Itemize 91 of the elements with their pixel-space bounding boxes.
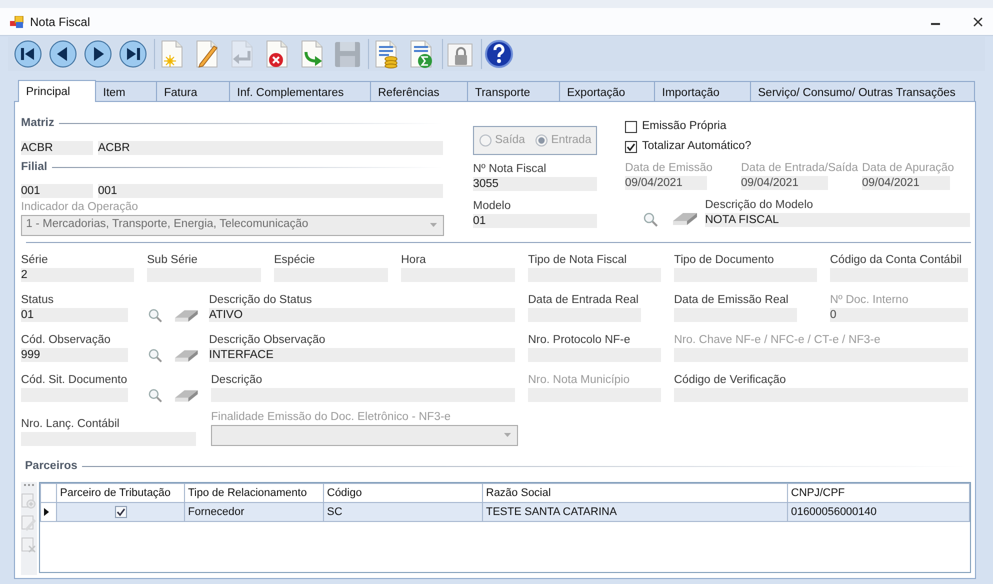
- field-label: Status: [21, 294, 54, 306]
- field-label: Data de Entrada/Saída: [741, 162, 858, 175]
- input-field[interactable]: 01: [473, 214, 597, 228]
- input-field[interactable]: 01: [21, 308, 128, 322]
- field-label: Modelo: [473, 200, 511, 213]
- next-icon[interactable]: [83, 39, 113, 69]
- field-label: Sub Série: [147, 254, 198, 266]
- field-label: Tipo de Nota Fiscal: [528, 254, 627, 266]
- tab[interactable]: Item: [96, 81, 157, 101]
- tab[interactable]: Exportação: [560, 81, 655, 101]
- tab[interactable]: Referências: [371, 81, 468, 101]
- field-label: Data de Apuração: [862, 162, 954, 175]
- previous-icon[interactable]: [48, 39, 78, 69]
- input-field[interactable]: ACBR: [98, 141, 443, 156]
- column-header[interactable]: Código: [324, 483, 482, 502]
- checkbox-option[interactable]: Emissão Própria: [625, 120, 970, 134]
- field-label: Nro. Lanç. Contábil: [21, 418, 120, 430]
- checkbox[interactable]: [114, 506, 126, 518]
- field-label: Finalidade Emissão do Doc. Eletrônico - NF3-e: [211, 410, 451, 424]
- group-title: Filial: [21, 160, 48, 176]
- field-label: Descrição do Modelo: [705, 199, 814, 212]
- radio-label: Saída: [495, 132, 526, 148]
- column-header[interactable]: Razão Social: [482, 483, 788, 502]
- field-label: Nº Nota Fiscal: [473, 163, 546, 176]
- tab[interactable]: Importação: [655, 81, 751, 101]
- checkbox[interactable]: [625, 141, 637, 153]
- eraser-icon[interactable]: [174, 348, 199, 362]
- eraser-icon[interactable]: [174, 308, 199, 322]
- checkbox-option[interactable]: Totalizar Automático?: [625, 140, 970, 154]
- field-label: Data de Emissão Real: [674, 294, 788, 306]
- field-label: Série: [21, 254, 48, 266]
- window-icon: [10, 16, 24, 28]
- tab[interactable]: Inf. Complementares: [230, 81, 371, 101]
- eraser-icon[interactable]: [174, 388, 199, 402]
- field-label: Código de Verificação: [674, 374, 786, 386]
- field-label: Hora: [401, 254, 426, 266]
- field-label: Data de Entrada Real: [528, 294, 639, 306]
- tab[interactable]: Fatura: [157, 81, 230, 101]
- field-label: Nro. Chave NF-e / NFC-e / CT-e / NF3-e: [674, 334, 880, 346]
- input-field[interactable]: 999: [21, 348, 128, 362]
- input-field[interactable]: 001: [98, 184, 443, 198]
- group-title: Matriz: [21, 116, 54, 131]
- table-cell: 01600056000140: [788, 502, 970, 522]
- tab[interactable]: Serviço/ Consumo/ Outras Transações: [751, 81, 975, 101]
- input-field[interactable]: INTERFACE: [209, 348, 515, 362]
- grip-icon[interactable]: [23, 482, 35, 487]
- radio-label: Entrada: [551, 132, 592, 148]
- table-cell: TESTE SANTA CATARINA: [482, 502, 788, 522]
- input-field[interactable]: ATIVO: [209, 308, 515, 322]
- field-label: Nº Doc. Interno: [830, 294, 908, 306]
- caret-icon: [430, 223, 437, 227]
- search-icon[interactable]: [148, 308, 162, 323]
- field-label: Indicador da Operação: [21, 200, 138, 214]
- field-label: Código da Conta Contábil: [830, 254, 962, 266]
- field-label: Descrição do Status: [209, 294, 312, 306]
- input-field[interactable]: 001: [21, 184, 93, 198]
- skip-back-icon[interactable]: [13, 39, 43, 69]
- table-cell: Fornecedor: [184, 502, 324, 522]
- field-label: Cód. Observação: [21, 334, 110, 346]
- table-cell: SC: [324, 502, 482, 522]
- tab[interactable]: Transporte: [468, 81, 560, 101]
- field-label: Data de Emissão: [625, 162, 713, 175]
- checkbox-label: Totalizar Automático?: [642, 139, 752, 154]
- field-label: Espécie: [274, 254, 315, 266]
- window-title: Nota Fiscal: [30, 14, 90, 30]
- field-label: Descrição: [211, 374, 262, 386]
- eraser-icon[interactable]: [672, 212, 698, 226]
- search-icon[interactable]: [148, 348, 162, 363]
- field-label: Cód. Sit. Documento: [21, 374, 128, 386]
- column-header[interactable]: CNPJ/CPF: [788, 483, 970, 502]
- input-field[interactable]: NOTA FISCAL: [705, 213, 970, 227]
- caret-icon: [504, 433, 511, 437]
- field-label: Tipo de Documento: [674, 254, 774, 266]
- help-icon[interactable]: [484, 39, 514, 69]
- column-header[interactable]: Tipo de Relacionamento: [184, 483, 324, 502]
- field-label: Nro. Protocolo NF-e: [528, 334, 630, 346]
- tab[interactable]: Principal: [18, 80, 96, 102]
- field-label: Nro. Nota Município: [528, 374, 630, 386]
- dropdown-value: 1 - Mercadorias, Transporte, Energia, Telecomunicação: [26, 217, 308, 232]
- search-icon[interactable]: [643, 212, 658, 226]
- input-field[interactable]: 2: [21, 268, 134, 282]
- field-label: Descrição Observação: [209, 334, 326, 346]
- skip-forward-icon[interactable]: [118, 39, 148, 69]
- checkbox[interactable]: [625, 121, 637, 133]
- input-field[interactable]: ACBR: [21, 141, 93, 156]
- close-icon[interactable]: [973, 16, 983, 26]
- checkbox-label: Emissão Própria: [642, 119, 726, 134]
- column-header[interactable]: Parceiro de Tributação: [56, 483, 184, 502]
- input-field[interactable]: 3055: [473, 177, 597, 191]
- search-icon[interactable]: [148, 388, 162, 403]
- group-title: Parceiros: [25, 458, 78, 474]
